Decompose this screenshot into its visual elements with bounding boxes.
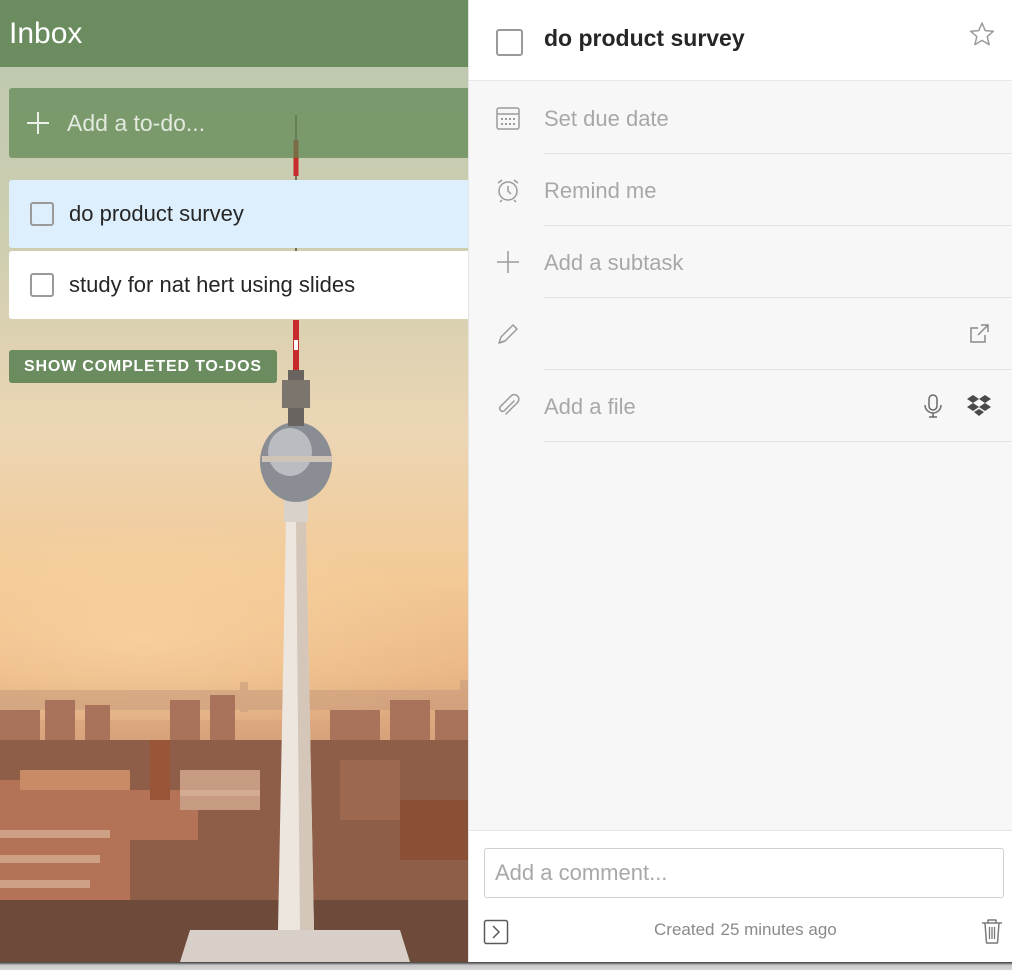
- microphone-icon[interactable]: [919, 392, 947, 420]
- set-due-date-label: Set due date: [544, 106, 669, 131]
- task-label: do product survey: [69, 201, 244, 226]
- add-todo-field[interactable]: Add a to-do...: [9, 88, 468, 158]
- trash-icon[interactable]: [979, 916, 1005, 946]
- add-file-row[interactable]: Add a file: [469, 370, 1012, 442]
- add-file-label: Add a file: [544, 394, 636, 419]
- remind-me-row[interactable]: Remind me: [469, 154, 1012, 226]
- comment-input[interactable]: [484, 848, 1004, 898]
- set-due-date-row[interactable]: Set due date: [469, 82, 1012, 154]
- alarm-clock-icon: [494, 176, 522, 204]
- task-checkbox[interactable]: [30, 202, 54, 226]
- task-checkbox[interactable]: [30, 273, 54, 297]
- calendar-icon: [494, 104, 522, 132]
- task-label: study for nat hert using slides: [69, 272, 356, 297]
- list-title: Inbox: [9, 17, 83, 50]
- task-item[interactable]: study for nat hert using slides: [9, 251, 468, 319]
- detail-footer: Created 25 minutes ago: [469, 830, 1012, 962]
- task-detail-pane: do product survey Set due date Remind me…: [468, 0, 1012, 962]
- list-title-bar: Inbox: [0, 0, 468, 67]
- window-bottom-edge: [0, 962, 1012, 970]
- created-label: Created: [654, 920, 715, 939]
- detail-task-title[interactable]: do product survey: [544, 25, 745, 52]
- paperclip-icon: [494, 392, 522, 420]
- add-subtask-label: Add a subtask: [544, 250, 684, 275]
- external-link-icon[interactable]: [965, 320, 993, 348]
- remind-me-label: Remind me: [544, 178, 657, 203]
- star-icon[interactable]: [969, 21, 995, 47]
- detail-header: do product survey: [469, 0, 1012, 81]
- add-todo-placeholder: Add a to-do...: [67, 109, 206, 136]
- plus-icon: [9, 110, 67, 136]
- task-item-selected[interactable]: do product survey: [9, 180, 468, 248]
- plus-icon: [494, 248, 522, 276]
- created-info: Created 25 minutes ago: [654, 920, 837, 940]
- pencil-icon: [494, 320, 522, 348]
- add-subtask-row[interactable]: Add a subtask: [469, 226, 1012, 298]
- collapse-panel-icon[interactable]: [483, 919, 509, 945]
- detail-checkbox[interactable]: [496, 29, 523, 56]
- created-time: 25 minutes ago: [720, 920, 837, 939]
- dropbox-icon[interactable]: [965, 392, 993, 420]
- task-list-pane: Inbox Add a to-do... do product survey s…: [0, 0, 468, 962]
- show-completed-button[interactable]: SHOW COMPLETED TO-DOS: [9, 350, 277, 383]
- note-row[interactable]: [469, 298, 1012, 370]
- divider: [544, 441, 1012, 442]
